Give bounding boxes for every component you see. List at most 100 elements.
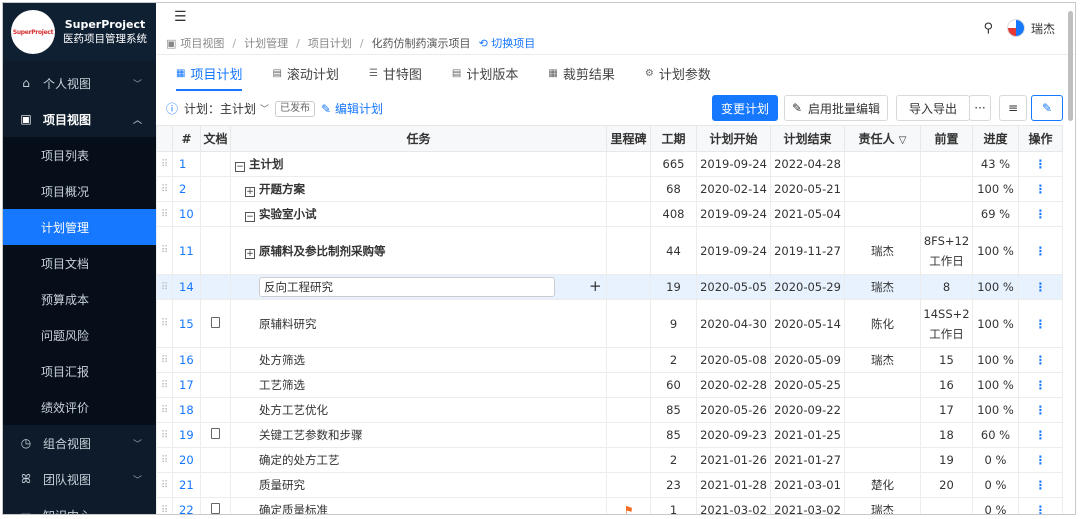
- duration-cell[interactable]: 665: [650, 151, 697, 177]
- owner-cell[interactable]: 瑞杰: [844, 347, 921, 373]
- duration-cell[interactable]: 85: [650, 422, 697, 448]
- milestone-cell[interactable]: [606, 447, 651, 473]
- doc-cell[interactable]: [200, 299, 231, 348]
- milestone-cell[interactable]: [606, 299, 651, 348]
- predecessor-cell[interactable]: 20: [920, 472, 973, 498]
- breadcrumb-item[interactable]: 项目计划: [308, 35, 352, 51]
- task-name-input[interactable]: 反向工程研究: [259, 277, 555, 297]
- start-date-cell[interactable]: 2020-09-23: [696, 422, 771, 448]
- row-index[interactable]: 16: [172, 347, 201, 373]
- task-name[interactable]: 处方筛选: [259, 353, 305, 367]
- owner-cell[interactable]: 楚化: [844, 472, 921, 498]
- brand[interactable]: SuperProject SuperProject 医药项目管理系统: [3, 3, 156, 61]
- more-button[interactable]: ···: [969, 95, 991, 121]
- list-view-button[interactable]: ≡: [999, 95, 1027, 121]
- sidebar-item-project-overview[interactable]: 项目概况: [3, 173, 156, 209]
- table-row[interactable]: ⠿ 2 + 开题方案 68 2020-02-14 2020-05-21 100 % ⋮: [156, 176, 1063, 202]
- duration-cell[interactable]: 19: [650, 274, 697, 300]
- drag-handle-icon[interactable]: ⠿: [156, 497, 173, 514]
- start-date-cell[interactable]: 2021-01-26: [696, 447, 771, 473]
- task-name[interactable]: 质量研究: [259, 478, 305, 492]
- nav-group-portfolio[interactable]: ◷ 组合视图 ﹀: [3, 425, 156, 461]
- column-header-owner[interactable]: 责任人 ▽: [844, 125, 921, 152]
- tab-rolling-plan[interactable]: ▤ 滚动计划: [272, 55, 338, 91]
- duration-cell[interactable]: 2: [650, 447, 697, 473]
- start-date-cell[interactable]: 2020-05-26: [696, 397, 771, 423]
- drag-handle-icon[interactable]: ⠿: [156, 151, 173, 177]
- predecessor-cell[interactable]: 8: [920, 274, 973, 300]
- start-date-cell[interactable]: 2020-04-30: [696, 299, 771, 348]
- table-row[interactable]: ⠿ 17 工艺筛选 60 2020-02-28 2020-05-25 16 100 % ⋮: [156, 372, 1063, 398]
- drag-handle-icon[interactable]: ⠿: [156, 176, 173, 202]
- table-row[interactable]: ⠿ 10 − 实验室小试 408 2019-09-24 2021-05-04 69 % ⋮: [156, 201, 1063, 227]
- plan-selector[interactable]: 计划：主计划: [184, 100, 256, 117]
- task-cell[interactable]: 反向工程研究 +: [230, 274, 607, 300]
- doc-cell[interactable]: [200, 372, 231, 398]
- nav-group-personal[interactable]: ⌂ 个人视图 ﹀: [3, 65, 156, 101]
- row-index[interactable]: 17: [172, 372, 201, 398]
- avatar[interactable]: [1006, 19, 1025, 37]
- duration-cell[interactable]: 23: [650, 472, 697, 498]
- start-date-cell[interactable]: 2021-03-02: [696, 497, 771, 514]
- owner-cell[interactable]: 陈化: [844, 299, 921, 348]
- duration-cell[interactable]: 68: [650, 176, 697, 202]
- duration-cell[interactable]: 85: [650, 397, 697, 423]
- predecessor-cell[interactable]: 18: [920, 422, 973, 448]
- task-cell[interactable]: − 实验室小试: [230, 201, 607, 227]
- task-cell[interactable]: 工艺筛选: [230, 372, 607, 398]
- collapse-icon[interactable]: −: [235, 162, 245, 172]
- row-index[interactable]: 1: [172, 151, 201, 177]
- task-name[interactable]: 原辅料及参比制剂采购等: [259, 244, 386, 258]
- doc-cell[interactable]: [200, 226, 231, 275]
- row-index[interactable]: 11: [172, 226, 201, 275]
- task-name[interactable]: 确定质量标准: [259, 503, 328, 514]
- table-row[interactable]: ⠿ 22 确定质量标准 ⚑ 1 2021-03-02 2021-03-02 瑞杰 0 % ⋮: [156, 497, 1063, 514]
- table-row[interactable]: ⠿ 20 确定的处方工艺 2 2021-01-26 2021-01-27 19 0 % ⋮: [156, 447, 1063, 473]
- row-actions-icon[interactable]: ⋮: [1018, 274, 1063, 300]
- predecessor-cell[interactable]: [920, 151, 973, 177]
- task-name[interactable]: 处方工艺优化: [259, 403, 328, 417]
- duration-cell[interactable]: 408: [650, 201, 697, 227]
- start-date-cell[interactable]: 2019-09-24: [696, 226, 771, 275]
- task-cell[interactable]: 质量研究: [230, 472, 607, 498]
- owner-cell[interactable]: [844, 372, 921, 398]
- add-subtask-icon[interactable]: +: [589, 277, 602, 295]
- end-date-cell[interactable]: 2020-05-21: [770, 176, 845, 202]
- import-export-button[interactable]: 导入导出: [896, 95, 970, 121]
- task-cell[interactable]: 处方筛选: [230, 347, 607, 373]
- row-index[interactable]: 10: [172, 201, 201, 227]
- tab-plan-params[interactable]: ⚙ 计划参数: [645, 55, 711, 91]
- predecessor-cell[interactable]: [920, 201, 973, 227]
- end-date-cell[interactable]: 2021-01-27: [770, 447, 845, 473]
- switch-project-link[interactable]: ⟲ 切换项目: [479, 35, 536, 51]
- owner-cell[interactable]: [844, 397, 921, 423]
- start-date-cell[interactable]: 2020-02-28: [696, 372, 771, 398]
- task-name[interactable]: 工艺筛选: [259, 378, 305, 392]
- drag-handle-icon[interactable]: ⠿: [156, 201, 173, 227]
- doc-cell[interactable]: [200, 422, 231, 448]
- duration-cell[interactable]: 9: [650, 299, 697, 348]
- predecessor-cell[interactable]: 19: [920, 447, 973, 473]
- tab-plan-version[interactable]: ▤ 计划版本: [452, 55, 518, 91]
- milestone-cell[interactable]: [606, 347, 651, 373]
- task-name[interactable]: 原辅料研究: [259, 317, 317, 331]
- row-index[interactable]: 19: [172, 422, 201, 448]
- milestone-cell[interactable]: [606, 176, 651, 202]
- drag-handle-icon[interactable]: ⠿: [156, 347, 173, 373]
- drag-handle-icon[interactable]: ⠿: [156, 397, 173, 423]
- row-actions-icon[interactable]: ⋮: [1018, 299, 1063, 348]
- table-row[interactable]: ⠿ 19 关键工艺参数和步骤 85 2020-09-23 2021-01-25 18 60 %…: [156, 422, 1063, 448]
- drag-handle-icon[interactable]: ⠿: [156, 372, 173, 398]
- row-actions-icon[interactable]: ⋮: [1018, 472, 1063, 498]
- document-icon[interactable]: [211, 316, 220, 328]
- sidebar-item-issues[interactable]: 问题风险: [3, 317, 156, 353]
- row-index[interactable]: 22: [172, 497, 201, 514]
- row-index[interactable]: 2: [172, 176, 201, 202]
- start-date-cell[interactable]: 2019-09-24: [696, 151, 771, 177]
- table-row[interactable]: ⠿ 16 处方筛选 2 2020-05-08 2020-05-09 瑞杰 15 100 % ⋮: [156, 347, 1063, 373]
- document-icon[interactable]: [211, 503, 220, 514]
- edit-mode-button[interactable]: ✎: [1031, 95, 1063, 121]
- milestone-cell[interactable]: [606, 151, 651, 177]
- end-date-cell[interactable]: 2020-05-14: [770, 299, 845, 348]
- collapse-icon[interactable]: −: [245, 212, 255, 222]
